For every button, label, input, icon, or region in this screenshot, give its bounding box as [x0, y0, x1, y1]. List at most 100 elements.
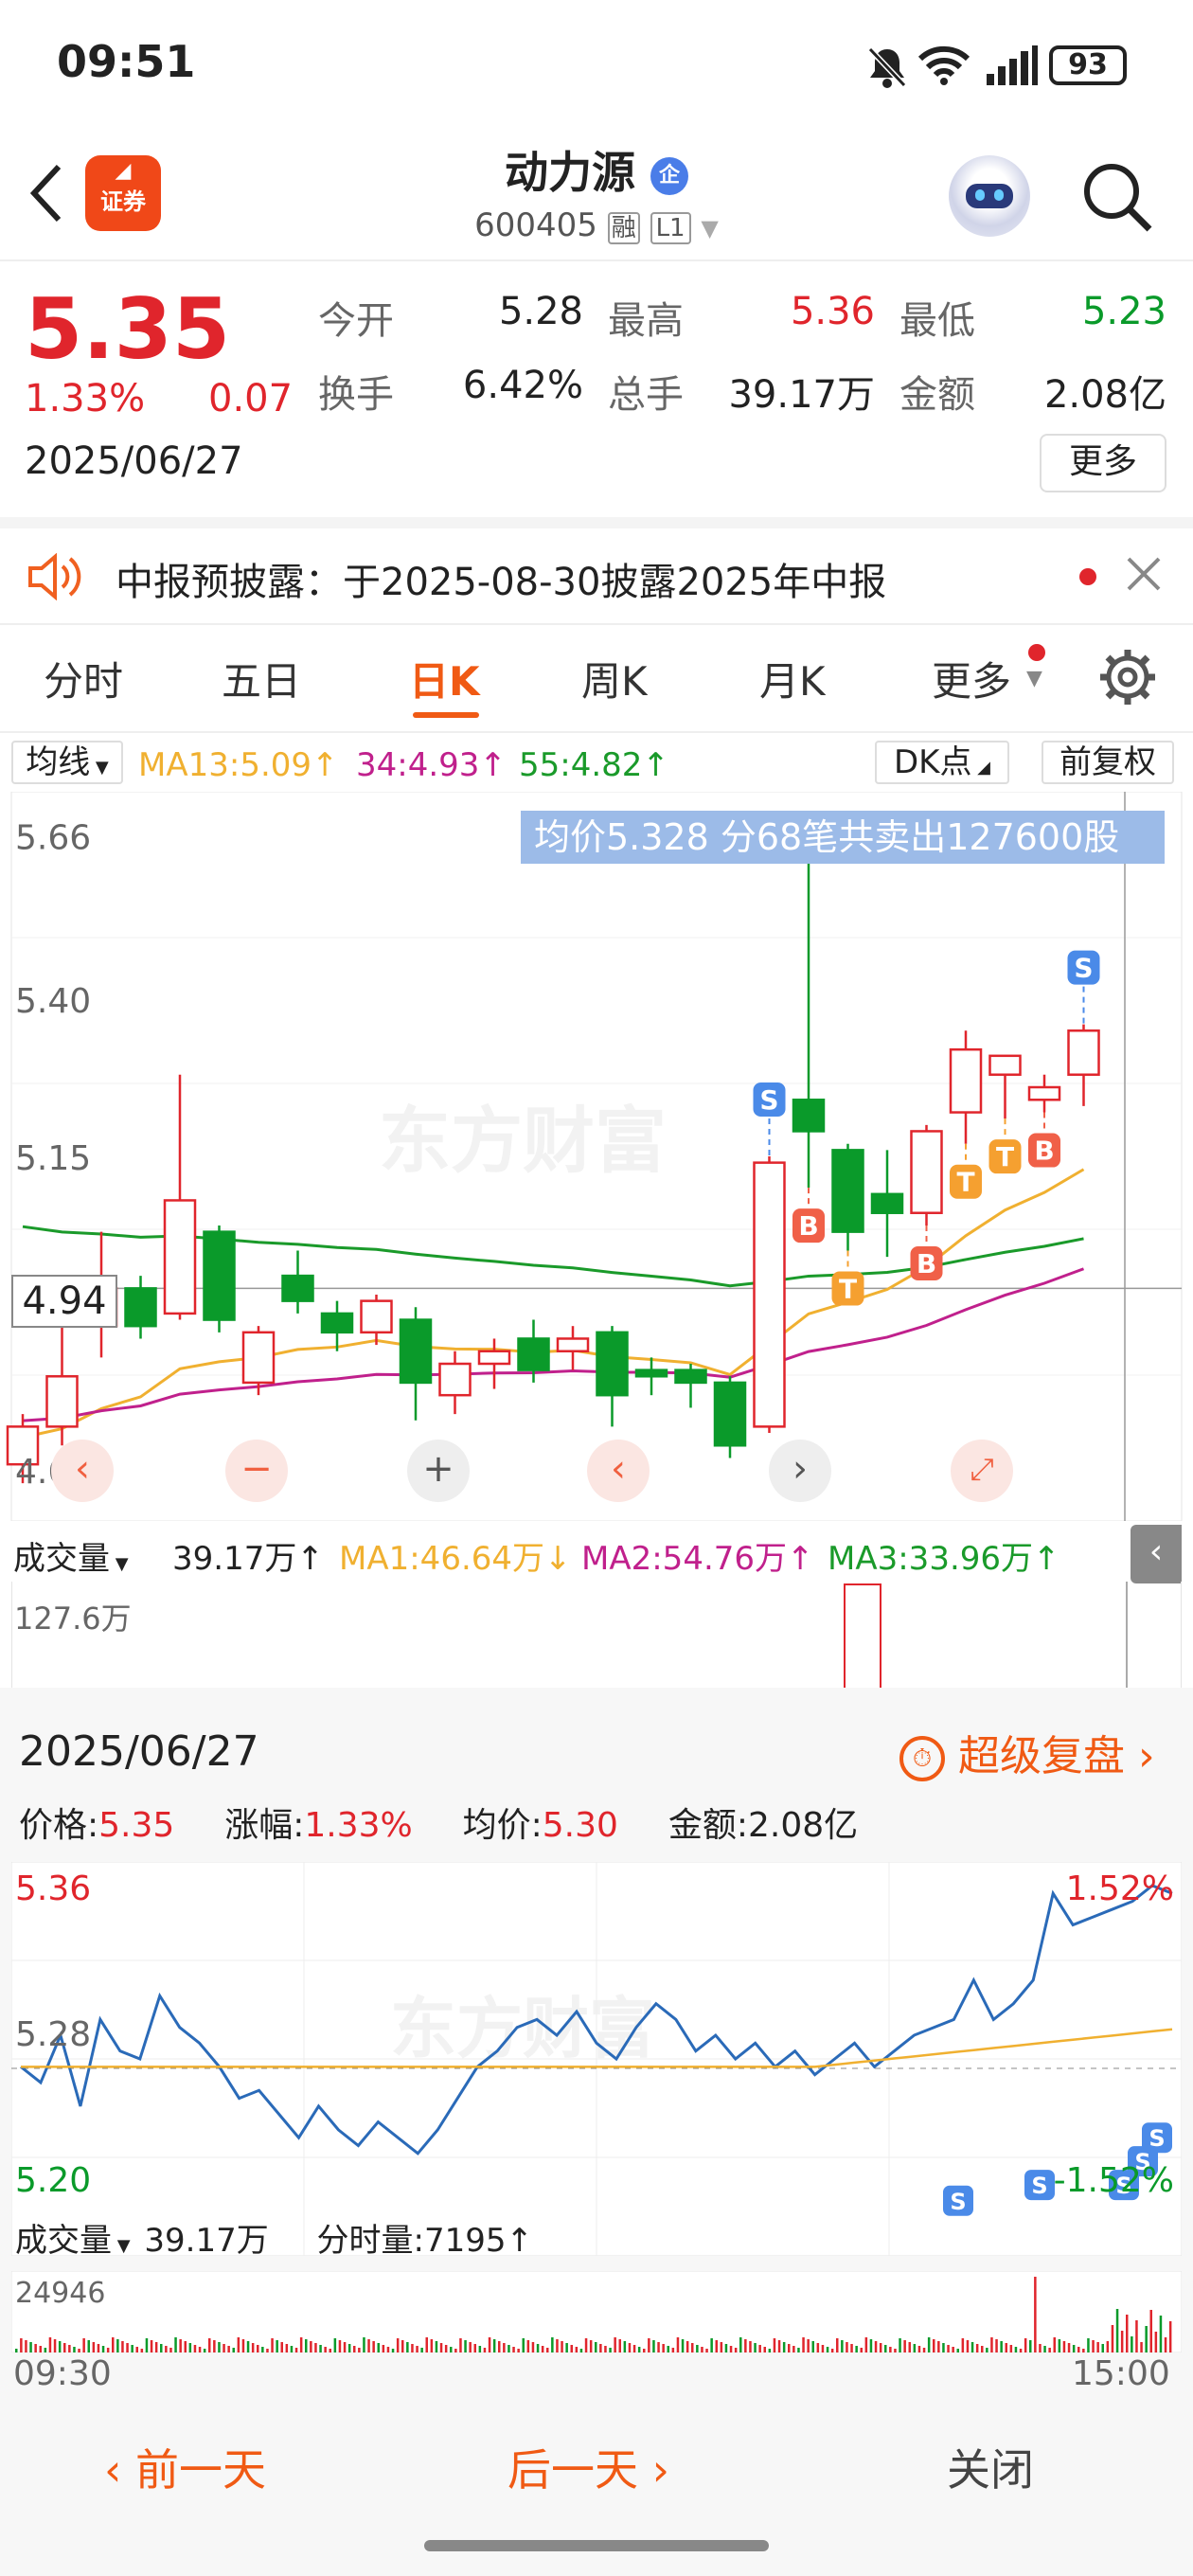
intraday-volume-bar — [623, 2341, 627, 2352]
intraday-volume-bar — [1145, 2326, 1148, 2352]
signal-marker-S[interactable]: S — [753, 1082, 786, 1156]
adjust-button[interactable]: 前复权 — [1042, 741, 1174, 784]
intraday-volume-bar — [541, 2346, 544, 2352]
pct-label: 涨幅: — [224, 1806, 305, 1845]
fullscreen-button[interactable]: ⤢ — [951, 1440, 1013, 1502]
ma13-value: MA13:5.09↑ — [138, 746, 339, 784]
back-icon[interactable] — [27, 163, 64, 224]
intraday-volume-bar — [884, 2345, 887, 2352]
vol-ma3: MA3:33.96万↑ — [828, 1540, 1060, 1578]
intraday-volume-bar — [73, 2347, 76, 2352]
intraday-chart[interactable]: 东方财富 SS SSS — [11, 1862, 1182, 2256]
intraday-volume-bar — [579, 2349, 583, 2352]
tab-daily-k[interactable]: 日K — [409, 650, 480, 707]
intraday-volume-bar — [347, 2344, 351, 2352]
intraday-sell-marker[interactable]: S — [1142, 2122, 1172, 2154]
ma-legend: 均线 ▼ MA13:5.09↑ 34:4.93↑ 55:4.82↑ DK点 ◢ … — [0, 737, 1193, 790]
intraday-volume-bar — [1082, 2349, 1085, 2352]
tab-weekly-k[interactable]: 周K — [581, 650, 648, 707]
intraday-volume-bar — [377, 2343, 380, 2352]
pct-value: 1.33% — [304, 1806, 413, 1845]
prev-day-button[interactable]: ‹ 前一天 — [104, 2436, 266, 2498]
intraday-sell-marker[interactable]: S — [943, 2185, 973, 2216]
signal-marker-B[interactable]: B — [910, 1225, 943, 1280]
intraday-volume-bar — [319, 2345, 322, 2352]
zoom-out-button[interactable]: − — [225, 1440, 288, 1502]
signal-marker-T[interactable]: T — [988, 1118, 1022, 1174]
intraday-vol-select[interactable]: 成交量 ▼ — [15, 2222, 131, 2260]
intraday-volume-bar — [975, 2344, 979, 2352]
intraday-volume-bar — [802, 2337, 805, 2352]
intraday-volume-bar — [68, 2345, 71, 2352]
intraday-volume-bar — [1115, 2309, 1119, 2352]
signal-marker-T[interactable]: T — [831, 1250, 864, 1306]
prev-candle-button[interactable]: ‹ — [587, 1440, 650, 1502]
intraday-volume-bar — [1159, 2316, 1163, 2352]
zoom-in-button[interactable]: + — [407, 1440, 470, 1502]
tab-five-day[interactable]: 五日 — [222, 650, 301, 707]
more-button[interactable]: 更多 — [1040, 434, 1166, 492]
settings-gear-icon[interactable] — [1098, 648, 1157, 707]
intraday-volume-bar — [686, 2341, 689, 2352]
intraday-volume-bar — [531, 2342, 535, 2352]
dk-point-button[interactable]: DK点 ◢ — [875, 741, 1009, 784]
signal-marker-B[interactable]: B — [792, 1188, 825, 1243]
signal-marker-S[interactable]: S — [1067, 950, 1100, 1025]
candle — [870, 1150, 904, 1258]
intraday-volume-bar — [667, 2346, 669, 2352]
stock-title[interactable]: 动力源 企 600405 融 L1 ▼ — [407, 138, 786, 252]
next-day-button[interactable]: 后一天 › — [507, 2436, 669, 2498]
avg-value: 5.30 — [542, 1806, 618, 1845]
intraday-volume-bar — [874, 2341, 878, 2352]
intraday-volume-bar — [213, 2340, 216, 2352]
kline-chart[interactable]: 东方财富 SBTBTTBS 5.665.405.154.63 — [0, 792, 1193, 1521]
intraday-volume-bar — [1096, 2342, 1099, 2352]
robot-avatar[interactable] — [949, 155, 1030, 237]
intraday-volume-bar — [942, 2343, 945, 2352]
intraday-volume-bar — [947, 2345, 950, 2352]
intraday-volume-bar — [174, 2337, 177, 2352]
tab-intraday[interactable]: 分时 — [44, 650, 123, 707]
intraday-volume-bar — [503, 2343, 506, 2352]
replay-link[interactable]: ⏱ 超级复盘 › — [899, 1722, 1155, 1782]
intraday-pct-bottom: -1.52% — [1053, 2161, 1174, 2200]
intraday-volume-bar — [652, 2340, 655, 2352]
notice-bar[interactable]: 中报预披露：于2025-08-30披露2025年中报 — [0, 528, 1193, 623]
intraday-volume-bar — [676, 2337, 680, 2352]
intraday-volume-bar — [48, 2337, 52, 2352]
candle — [320, 1300, 354, 1351]
intraday-volume-bar — [970, 2342, 974, 2352]
svg-text:B: B — [1034, 1136, 1054, 1167]
tab-monthly-k[interactable]: 月K — [759, 650, 826, 707]
intraday-volume-bar — [241, 2339, 245, 2352]
intraday-volume-bar — [879, 2343, 882, 2352]
dropdown-icon[interactable]: ▼ — [701, 215, 718, 242]
intraday-volume-bar — [498, 2341, 501, 2352]
intraday-volume-bar — [734, 2348, 738, 2352]
intraday-volume-bar — [749, 2341, 752, 2352]
intraday-vol-select-label: 成交量 — [15, 2222, 112, 2260]
close-icon[interactable] — [1125, 555, 1163, 593]
tab-more[interactable]: 更多 — [932, 650, 1011, 707]
candle — [438, 1351, 472, 1415]
close-button[interactable]: 关闭 — [947, 2436, 1034, 2498]
intraday-volume-bar — [82, 2338, 85, 2352]
intraday-volume-bar — [92, 2342, 96, 2352]
intraday-volume-bar — [208, 2338, 211, 2352]
signal-marker-B[interactable]: B — [1028, 1112, 1060, 1168]
intraday-volume-bar — [966, 2340, 970, 2352]
collapse-panel-button[interactable]: ‹ — [1131, 1525, 1182, 1583]
signal-marker-T[interactable]: T — [950, 1143, 982, 1199]
indicator-select[interactable]: 均线 ▼ — [11, 741, 123, 784]
volume-max-label: 127.6万 — [14, 1601, 132, 1637]
search-icon[interactable] — [1079, 159, 1155, 235]
next-candle-button[interactable]: › — [769, 1440, 831, 1502]
notice-text: 中报预披露：于2025-08-30披露2025年中报 — [116, 561, 887, 604]
crosshair-price: 4.94 — [11, 1275, 117, 1328]
intraday-volume-bar — [604, 2346, 607, 2352]
intraday-volume-bar — [469, 2342, 472, 2352]
scroll-left-button[interactable]: ‹ — [51, 1440, 114, 1502]
volume-select[interactable]: 成交量 ▼ — [13, 1532, 129, 1579]
intraday-volume-bar — [1053, 2337, 1056, 2352]
intraday-volume-bar — [1014, 2347, 1018, 2352]
